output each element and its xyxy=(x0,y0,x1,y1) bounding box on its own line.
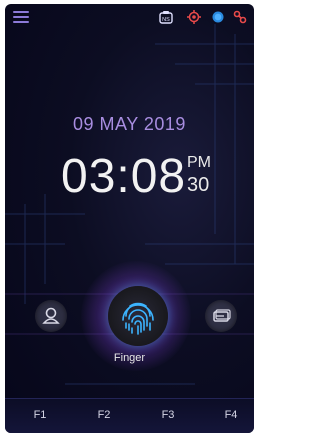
card-icon xyxy=(213,309,231,322)
network-globe-icon xyxy=(212,11,224,23)
time-display: 03:08 xyxy=(61,150,187,203)
user-button[interactable] xyxy=(35,300,67,332)
location-target-icon xyxy=(187,10,201,24)
fingerprint-icon xyxy=(122,302,154,335)
svg-text:NS: NS xyxy=(162,17,170,23)
f2-key[interactable]: F2 xyxy=(89,409,119,421)
date-display: 09 MAY 2019 xyxy=(73,114,186,134)
ns-badge-icon: NS xyxy=(159,11,173,24)
user-icon xyxy=(42,307,60,324)
card-button[interactable] xyxy=(205,300,237,332)
link-icon xyxy=(233,10,247,24)
function-key-bar: F1 F2 F3 F4 xyxy=(5,398,254,433)
f4-key[interactable]: F4 xyxy=(216,409,246,421)
f1-key[interactable]: F1 xyxy=(25,409,55,421)
ampm-indicator: PM xyxy=(187,154,211,171)
f3-key[interactable]: F3 xyxy=(153,409,183,421)
status-bar: NS xyxy=(5,4,254,30)
seconds-display: 30 xyxy=(187,174,210,196)
device-screen: NS 09 MAY 2019 03:08 PM 30 Finger F1 F2 … xyxy=(5,4,254,433)
fingerprint-label: Finger xyxy=(113,352,146,364)
menu-icon[interactable] xyxy=(13,11,29,23)
fingerprint-button[interactable] xyxy=(108,286,168,346)
